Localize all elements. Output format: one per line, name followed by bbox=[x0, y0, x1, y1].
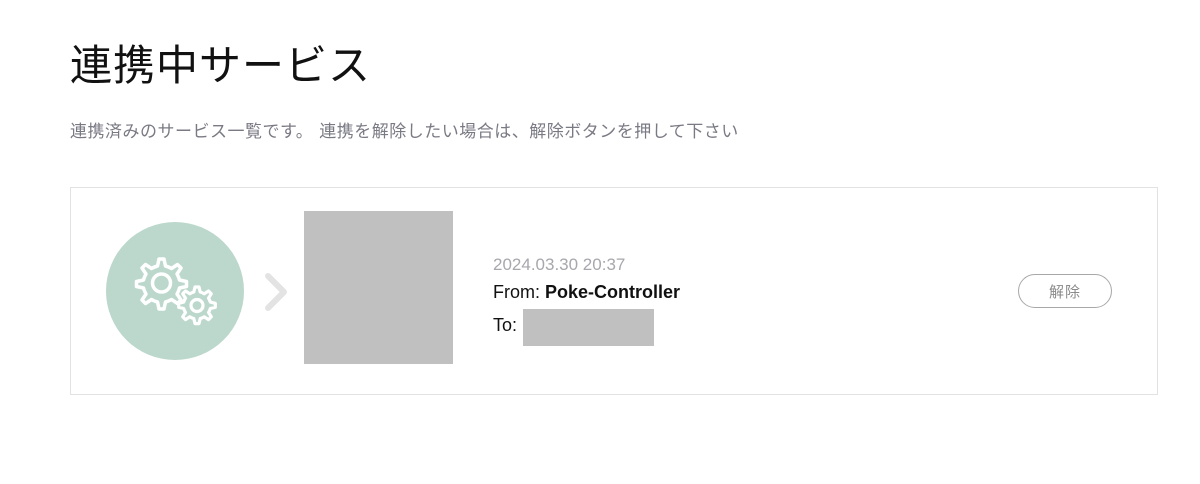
from-row: From: Poke-Controller bbox=[493, 278, 680, 306]
to-value-redacted bbox=[523, 309, 655, 346]
to-label: To: bbox=[493, 314, 518, 335]
from-label: From: bbox=[493, 282, 540, 302]
gears-icon bbox=[106, 222, 244, 360]
page-description: 連携済みのサービス一覧です。 連携を解除したい場合は、解除ボタンを押して下さい bbox=[70, 122, 739, 142]
chevron-right-icon bbox=[261, 272, 291, 312]
from-value: Poke-Controller bbox=[545, 282, 681, 302]
release-button[interactable]: 解除 bbox=[1018, 274, 1112, 308]
target-service-image bbox=[304, 211, 453, 364]
connection-timestamp: 2024.03.30 20:37 bbox=[493, 255, 626, 274]
connection-card: 2024.03.30 20:37 From: Poke-Controller T… bbox=[70, 187, 1158, 395]
connection-info: 2024.03.30 20:37 From: Poke-Controller T… bbox=[493, 252, 680, 346]
page-title: 連携中サービス bbox=[70, 41, 372, 90]
to-row: To: bbox=[493, 306, 680, 346]
